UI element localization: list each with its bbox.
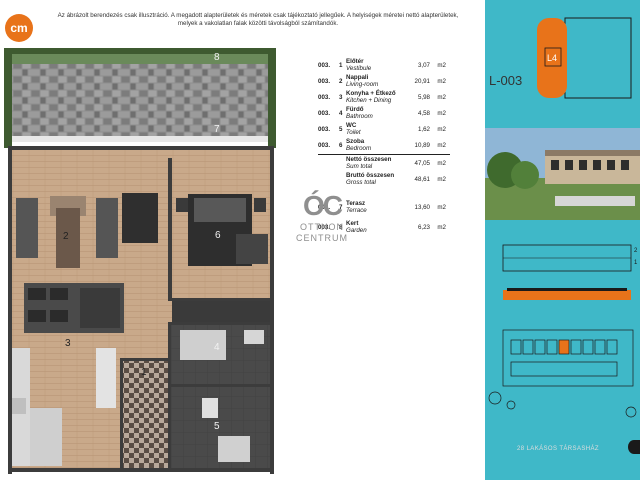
total-row: Nettó összesen Sum total 47,05 m2 xyxy=(318,156,450,172)
unit-label: L-003 xyxy=(489,73,523,88)
room-name-en: Vestibule xyxy=(346,65,372,72)
room-code: 003. xyxy=(318,62,331,69)
room-unit: m2 xyxy=(437,126,446,133)
elevation-highlight xyxy=(503,290,631,300)
room-area: 10,89 xyxy=(414,142,430,149)
room-number: 2 xyxy=(339,78,343,85)
room-name-en: Garden xyxy=(346,227,367,234)
total-name-en: Gross total xyxy=(346,179,376,186)
room-label-terrace: 7 xyxy=(214,124,220,135)
room-unit: m2 xyxy=(437,204,446,211)
room-name-en: Bedroom xyxy=(346,145,372,152)
room-row: 003. 3 Konyha + Étkező Kitchen + Dining … xyxy=(318,90,450,106)
room-code: 003. xyxy=(318,78,331,85)
room-area: 1,62 xyxy=(417,126,430,133)
site-plan xyxy=(488,329,637,418)
room-name-en: Toilet xyxy=(346,129,361,136)
room-row: 003. 1 Előtér Vestibule 3,07 m2 xyxy=(318,58,450,74)
room-name-en: Terrace xyxy=(346,207,367,214)
developer-badge xyxy=(628,440,640,454)
side-panel-graphics xyxy=(485,17,640,418)
otthon-centrum-mark: ÓC xyxy=(303,190,343,221)
room-unit: m2 xyxy=(437,224,446,231)
table-divider xyxy=(318,154,450,155)
total-name-en: Sum total xyxy=(346,163,373,170)
room-number: 1 xyxy=(339,62,343,69)
room-number: 3 xyxy=(339,94,343,101)
room-unit: m2 xyxy=(437,62,446,69)
room-unit: m2 xyxy=(437,110,446,117)
room-unit: m2 xyxy=(437,94,446,101)
room-label-vestibule: 1 xyxy=(141,367,147,378)
room-number: 4 xyxy=(339,110,343,117)
otthon-text: OTTHON xyxy=(300,222,344,232)
room-label-living: 2 xyxy=(63,231,69,242)
otthon-centrum-logo: ÓC OTTHON CENTRUM xyxy=(296,190,348,244)
room-label-kitchen: 3 xyxy=(65,338,71,349)
room-area: 3,07 xyxy=(417,62,430,69)
room-name-en: Bathroom xyxy=(346,113,373,120)
room-number: 6 xyxy=(339,142,343,149)
room-area: 5,98 xyxy=(417,94,430,101)
total-area: 48,61 xyxy=(414,176,430,183)
room-code: 003. xyxy=(318,94,331,101)
centrum-text: CENTRUM xyxy=(296,233,348,243)
elevation-number-2: 2 xyxy=(634,248,638,254)
room-number: 5 xyxy=(339,126,343,133)
room-area: 4,58 xyxy=(417,110,430,117)
disclaimer-line-1: Az ábrázolt berendezés csak illusztráció… xyxy=(57,12,459,19)
total-area: 47,05 xyxy=(414,160,430,167)
room-code: 003. xyxy=(318,142,331,149)
room-row: 003. 4 Fürdő Bathroom 4,58 m2 xyxy=(318,106,450,122)
room-label-bathroom: 4 xyxy=(214,342,220,353)
disclaimer-line-2: melyek a vakolatlan falak közötti távols… xyxy=(177,20,339,27)
room-row: 003. 6 Szoba Bedroom 10,89 m2 xyxy=(318,138,450,154)
room-area: 13,60 xyxy=(414,204,430,211)
room-unit: m2 xyxy=(437,78,446,85)
elevation-number-1: 1 xyxy=(634,260,638,266)
room-label-wc: 5 xyxy=(214,421,220,432)
key-plan-label: L4 xyxy=(547,53,558,63)
room-label-bedroom: 6 xyxy=(215,230,221,241)
room-row: 003. 5 WC Toilet 1,62 m2 xyxy=(318,122,450,138)
disclaimer: Az ábrázolt berendezés csak illusztráció… xyxy=(38,12,478,28)
total-unit: m2 xyxy=(437,160,446,167)
brand-logo: cm xyxy=(5,14,33,42)
room-label-garden: 8 xyxy=(214,52,220,63)
floor-plan: 8 7 2 6 3 1 4 5 xyxy=(4,48,276,474)
floor-plan-drawing xyxy=(4,48,276,474)
brand-logo-text: cm xyxy=(10,21,28,35)
room-row: 003. 2 Nappali Living-room 20,91 m2 xyxy=(318,74,450,90)
room-name-en: Living-room xyxy=(346,81,379,88)
total-unit: m2 xyxy=(437,176,446,183)
project-name: 28 LAKÁSOS TÁRSASHÁZ xyxy=(517,446,599,452)
room-name-en: Kitchen + Dining xyxy=(346,97,392,104)
room-code: 003. xyxy=(318,126,331,133)
total-row: Bruttó összesen Gross total 48,61 m2 xyxy=(318,172,450,188)
room-area: 20,91 xyxy=(414,78,430,85)
room-unit: m2 xyxy=(437,142,446,149)
room-area: 6,23 xyxy=(417,224,430,231)
room-code: 003. xyxy=(318,110,331,117)
key-plan-outline xyxy=(564,17,632,99)
